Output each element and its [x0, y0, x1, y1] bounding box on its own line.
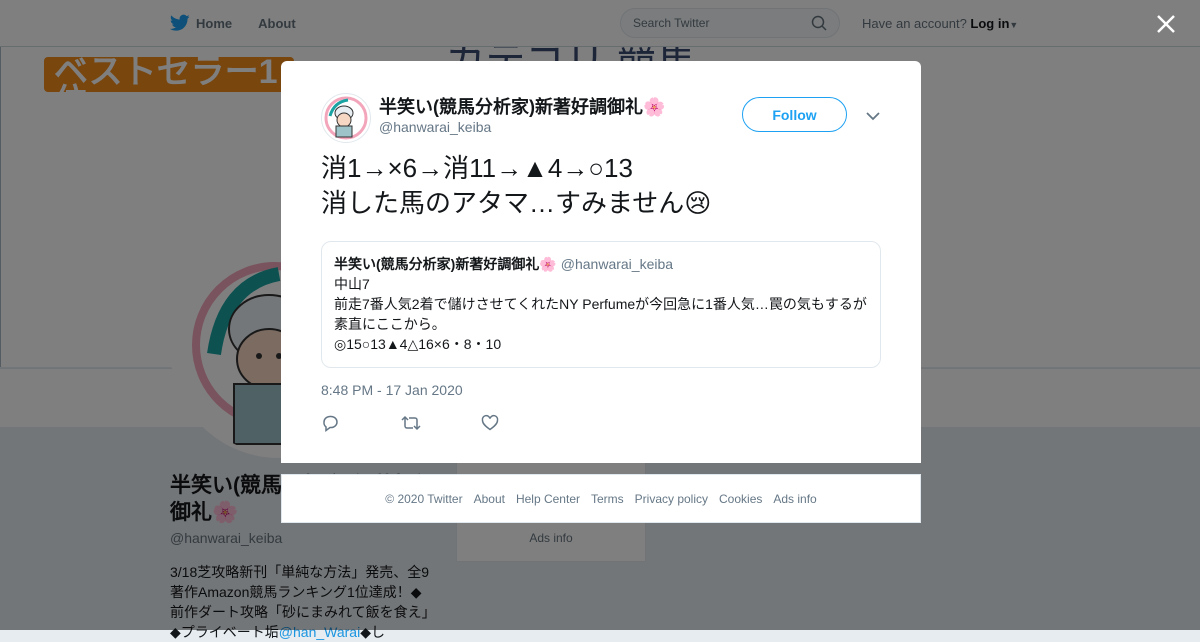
- footer-copyright: © 2020 Twitter: [385, 491, 463, 506]
- quoted-tweet-header: 半笑い(競馬分析家)新著好調御礼🌸 @hanwarai_keiba: [334, 254, 868, 274]
- quoted-tweet[interactable]: 半笑い(競馬分析家)新著好調御礼🌸 @hanwarai_keiba 中山7 前走7…: [321, 241, 881, 368]
- like-button[interactable]: [481, 413, 561, 433]
- footer-link-terms[interactable]: Terms: [591, 492, 624, 506]
- author-avatar[interactable]: [321, 93, 371, 143]
- tweet-modal: 半笑い(競馬分析家)新著好調御礼🌸 @hanwarai_keiba Follow…: [281, 61, 921, 463]
- quoted-author-handle: @hanwarai_keiba: [560, 256, 674, 272]
- footer-link-about[interactable]: About: [474, 492, 505, 506]
- reply-icon: [323, 415, 338, 432]
- retweet-icon: [401, 415, 421, 431]
- quoted-line: ◎15○13▲4△16×6・8・10: [334, 336, 502, 352]
- reply-button[interactable]: [321, 413, 401, 433]
- footer-links: © 2020 Twitter About Help Center Terms P…: [281, 474, 921, 523]
- quoted-line: 中山7: [334, 276, 370, 292]
- tweet-text: 消1→×6→消11→▲4→○13 消した馬のアタマ…すみません😢: [321, 153, 712, 218]
- quoted-author-name: 半笑い(競馬分析家)新著好調御礼🌸: [334, 256, 557, 272]
- footer-link-ads-info[interactable]: Ads info: [773, 492, 816, 506]
- close-icon[interactable]: [1152, 10, 1180, 38]
- quoted-line: 前走7番人気2着で儲けさせてくれたNY Perfumeが今回急に1番人気…罠の気…: [334, 296, 867, 332]
- footer-link-cookies[interactable]: Cookies: [719, 492, 762, 506]
- footer-link-help-center[interactable]: Help Center: [516, 492, 580, 506]
- retweet-button[interactable]: [401, 413, 481, 433]
- tweet-actions: [321, 413, 561, 433]
- heart-icon: [481, 414, 499, 431]
- author-name[interactable]: 半笑い(競馬分析家)新著好調御礼🌸: [379, 93, 665, 119]
- follow-button[interactable]: Follow: [742, 97, 847, 132]
- author-handle[interactable]: @hanwarai_keiba: [379, 119, 491, 135]
- mascot-avatar-icon: [324, 96, 368, 140]
- tweet-timestamp[interactable]: 8:48 PM - 17 Jan 2020: [321, 382, 463, 398]
- footer-link-privacy[interactable]: Privacy policy: [635, 492, 708, 506]
- chevron-down-icon[interactable]: [864, 107, 882, 125]
